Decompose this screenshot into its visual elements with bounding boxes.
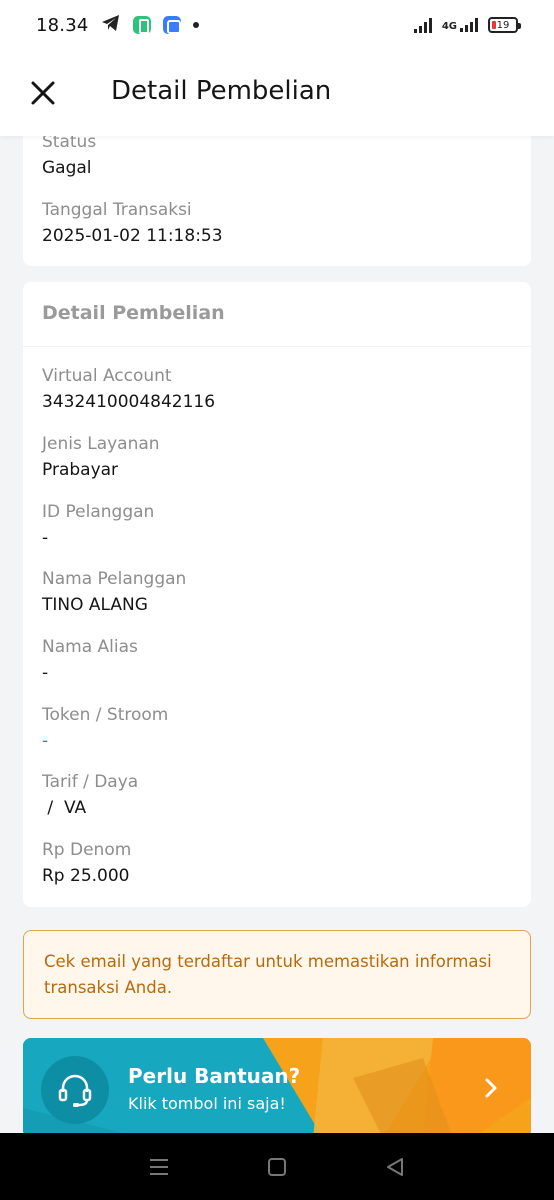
- tariff-label: Tarif / Daya: [42, 772, 139, 792]
- service-type-value: Prabayar: [42, 460, 119, 480]
- more-notifications-dot-icon: [192, 22, 199, 28]
- tariff-value: / VA: [42, 798, 87, 818]
- menu-icon: [150, 1158, 168, 1175]
- home-square-icon: [268, 1157, 286, 1176]
- signal-icon: [413, 17, 432, 33]
- alias-label: Nama Alias: [42, 637, 138, 657]
- mobile-data-icon: 4G: [442, 18, 478, 32]
- system-nav-bar: [0, 1133, 554, 1200]
- network-type: 4G: [441, 21, 457, 32]
- page-title: Detail Pembelian: [111, 76, 332, 106]
- token-label: Token / Stroom: [42, 705, 169, 725]
- chevron-right-icon: [485, 1078, 497, 1098]
- status-time: 18.34: [36, 14, 89, 36]
- transaction-date-field: Tanggal Transaksi 2025-01-02 11:18:53: [42, 200, 223, 246]
- home-button[interactable]: [257, 1147, 297, 1187]
- service-type-label: Jenis Layanan: [42, 434, 160, 454]
- denom-label: Rp Denom: [42, 840, 132, 860]
- status-field: Status Gagal: [42, 132, 96, 178]
- recent-apps-button[interactable]: [139, 1147, 179, 1187]
- battery-level: 19: [496, 19, 510, 31]
- help-banner-button[interactable]: Perlu Bantuan? Klik tombol ini saja!: [23, 1038, 531, 1138]
- detail-divider: [23, 346, 531, 347]
- detail-field-token: Token / Stroom -: [42, 705, 168, 751]
- status-bar-left: 18.34: [36, 14, 199, 36]
- customer-id-label: ID Pelanggan: [42, 502, 155, 522]
- detail-field-customer-id: ID Pelanggan -: [42, 502, 154, 548]
- detail-field-tariff: Tarif / Daya / VA: [42, 772, 138, 818]
- back-button[interactable]: [375, 1147, 415, 1187]
- detail-field-service-type: Jenis Layanan Prabayar: [42, 434, 160, 480]
- transaction-summary-card: Status Gagal Tanggal Transaksi 2025-01-0…: [23, 126, 531, 266]
- headset-icon: [41, 1056, 109, 1124]
- transaction-date-value: 2025-01-02 11:18:53: [42, 226, 223, 246]
- transaction-date-label: Tanggal Transaksi: [42, 200, 192, 220]
- help-subtitle: Klik tombol ini saja!: [128, 1094, 286, 1113]
- customer-id-value: -: [42, 528, 49, 548]
- battery-app-icon: [132, 16, 151, 34]
- virtual-account-label: Virtual Account: [42, 366, 172, 386]
- app-header: Detail Pembelian: [0, 50, 554, 136]
- status-bar-right: 4G 19: [413, 17, 521, 33]
- detail-field-customer-name: Nama Pelanggan TINO ALANG: [42, 569, 186, 615]
- close-icon: [31, 81, 55, 105]
- app-notification-icon: [162, 16, 181, 34]
- purchase-detail-card: Detail Pembelian Virtual Account 3432410…: [23, 282, 531, 907]
- detail-heading: Detail Pembelian: [42, 302, 225, 324]
- status-value: Gagal: [42, 158, 92, 178]
- customer-name-value: TINO ALANG: [42, 595, 148, 615]
- email-notice: Cek email yang terdaftar untuk memastika…: [23, 930, 531, 1019]
- close-button[interactable]: [26, 76, 60, 110]
- detail-field-denom: Rp Denom Rp 25.000: [42, 840, 131, 886]
- detail-field-virtual-account: Virtual Account 3432410004842116: [42, 366, 215, 412]
- status-bar: 18.34 4G 19: [0, 0, 554, 50]
- help-title: Perlu Bantuan?: [128, 1064, 301, 1088]
- back-triangle-icon: [387, 1157, 403, 1176]
- token-value-link[interactable]: -: [42, 731, 168, 751]
- battery-icon: 19: [488, 17, 521, 33]
- denom-value: Rp 25.000: [42, 866, 130, 886]
- virtual-account-value: 3432410004842116: [42, 392, 216, 412]
- telegram-icon: [101, 14, 121, 36]
- customer-name-label: Nama Pelanggan: [42, 569, 187, 589]
- alias-value: -: [42, 663, 49, 683]
- detail-field-alias: Nama Alias -: [42, 637, 138, 683]
